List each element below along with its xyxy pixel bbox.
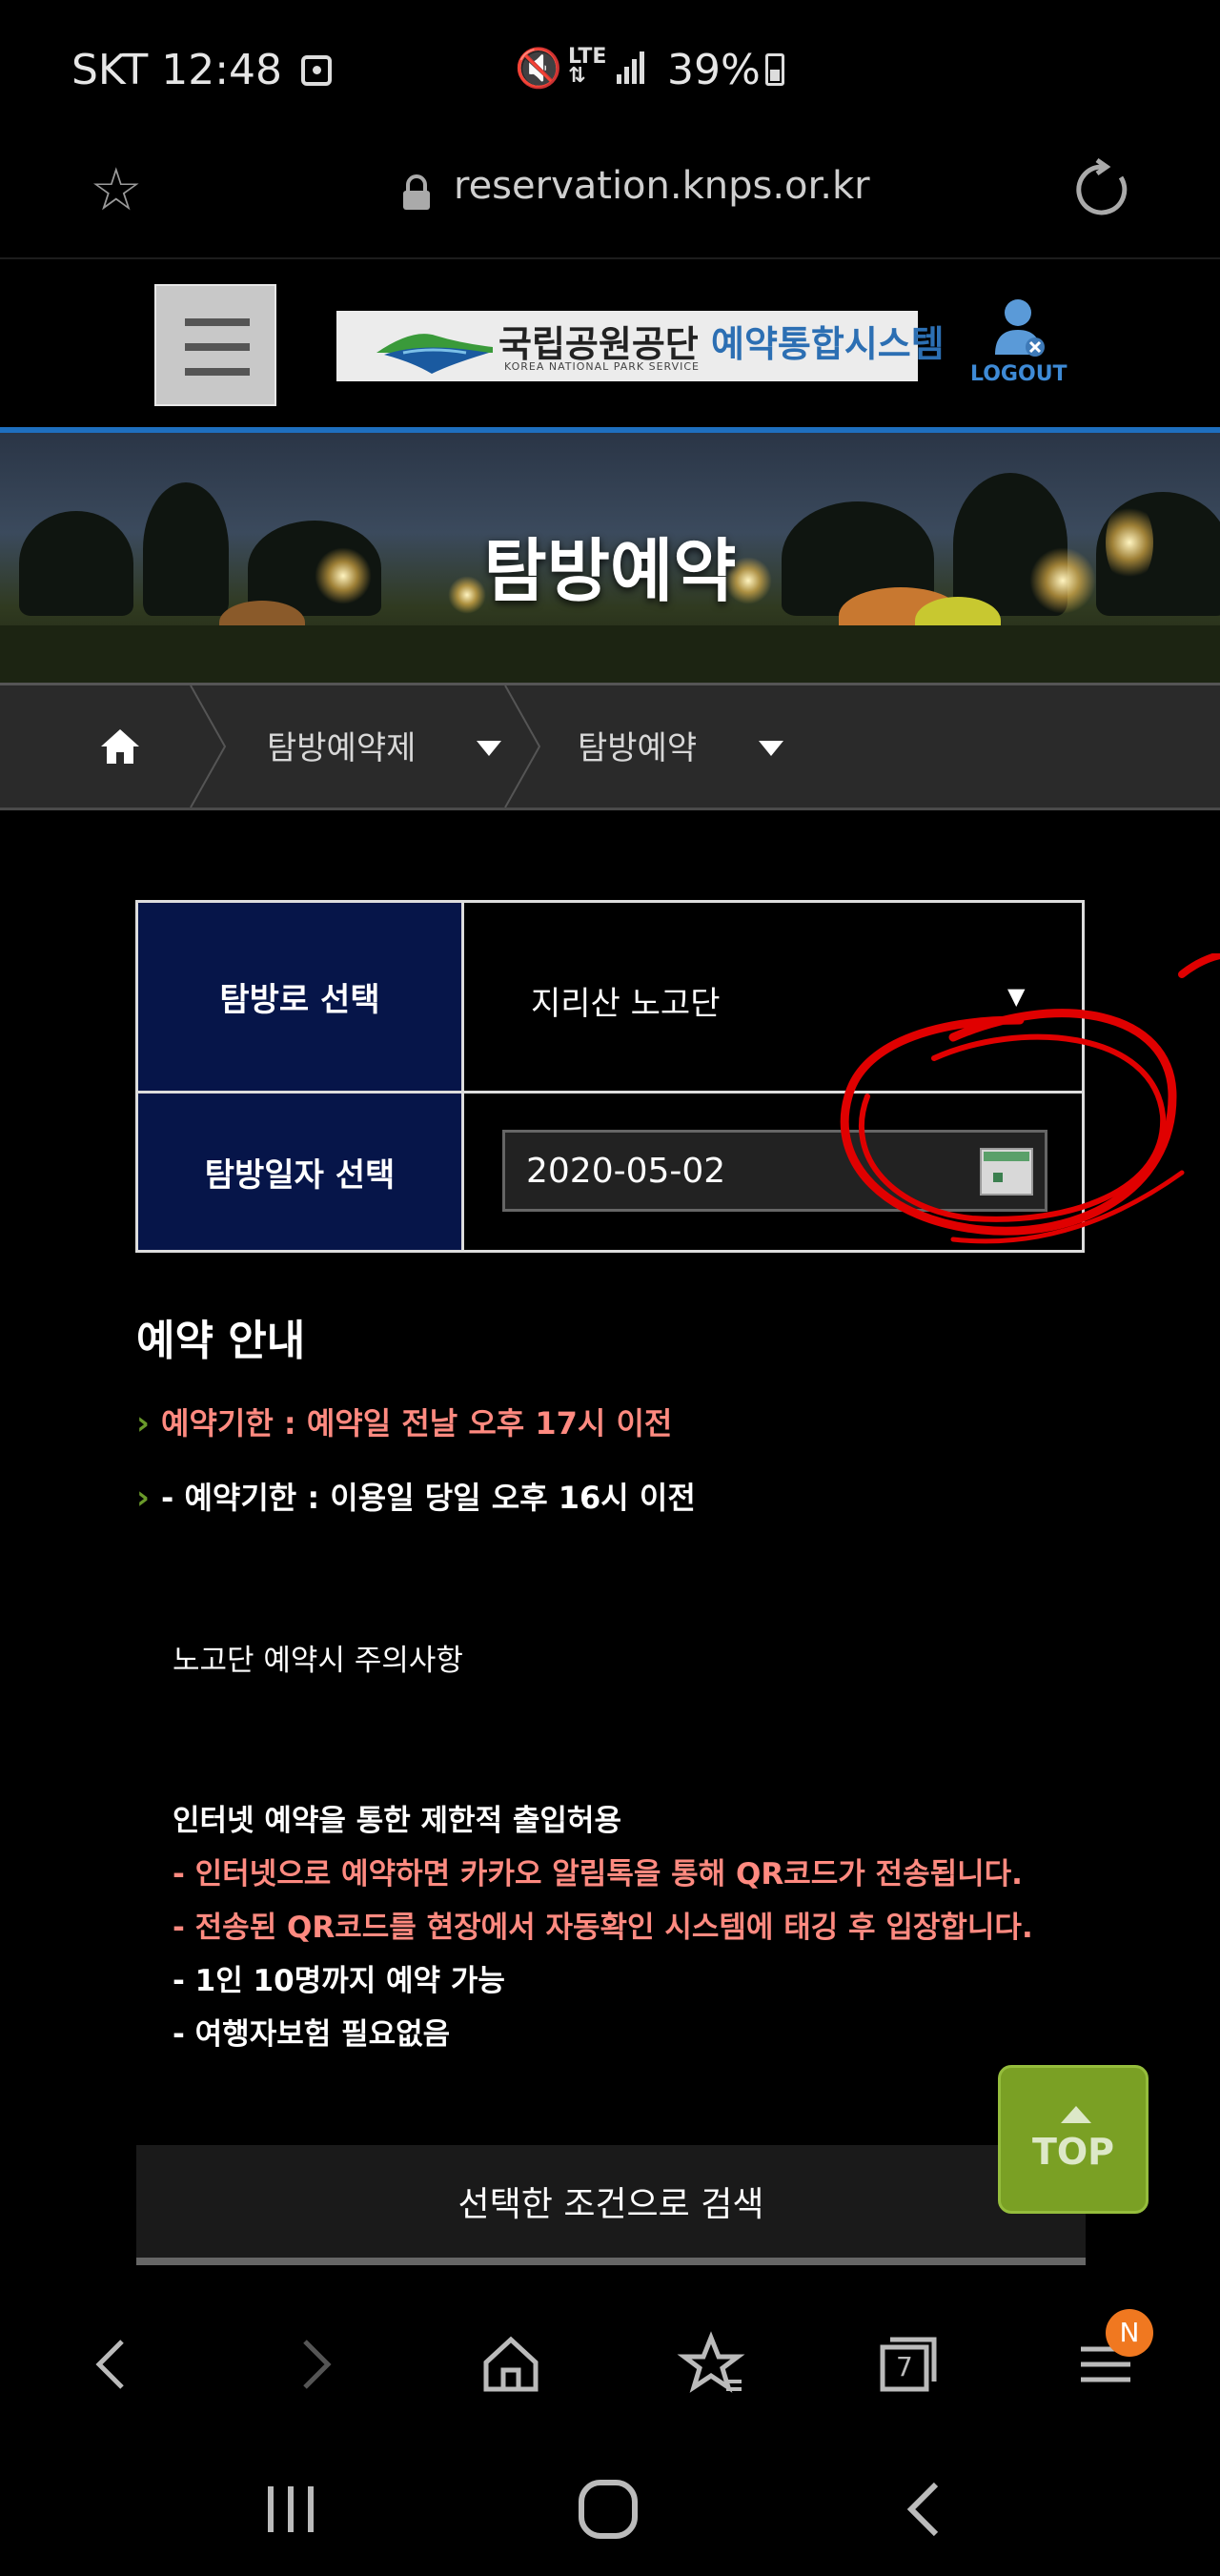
browser-bottom-nav: 7	[0, 2288, 1220, 2441]
browser-url-bar: ☆ reservation.knps.or.kr	[0, 143, 1220, 259]
course-label: 탐방로 선택	[138, 903, 464, 1091]
bookmark-star-icon[interactable]: ☆	[90, 160, 143, 219]
course-select[interactable]: 지리산 노고단 ▼	[464, 903, 1082, 1094]
date-row: 탐방일자 선택 2020-05-02	[138, 1094, 1082, 1250]
logo-title: 국립공원공단 예약통합시스템	[498, 323, 945, 365]
lock-icon	[403, 174, 430, 210]
notice-line: - 여행자보험 필요없음	[173, 2017, 451, 2052]
user-logout-icon	[995, 299, 1045, 357]
menu-notification-badge: N	[1106, 2309, 1153, 2357]
chevron-right-icon: ›	[136, 1479, 151, 1517]
chevron-down-icon[interactable]	[759, 741, 783, 756]
signal-icon	[617, 51, 644, 84]
bookmarks-star-icon[interactable]	[673, 2326, 749, 2402]
info-item-deadline: › 예약기한 : 예약일 전날 오후 17시 이전	[136, 1404, 673, 1442]
info-item-same-day: › - 예약기한 : 이용일 당일 오후 16시 이전	[136, 1479, 696, 1517]
url-text[interactable]: reservation.knps.or.kr	[454, 164, 870, 208]
hamburger-menu-button[interactable]	[154, 284, 276, 406]
notice-line: - 1인 10명까지 예약 가능	[173, 1964, 505, 1998]
info-title: 예약 안내	[136, 1317, 306, 1365]
home-button-icon[interactable]	[576, 2477, 640, 2542]
hero-banner: 탐방예약	[0, 433, 1220, 683]
date-value: 2020-05-02	[526, 1152, 726, 1191]
screen-record-icon	[301, 55, 332, 86]
back-icon[interactable]	[76, 2326, 152, 2402]
arrow-up-icon	[1061, 2106, 1091, 2123]
breadcrumb-separator	[504, 685, 541, 808]
lte-icon: LTE ⇅	[568, 45, 607, 88]
tabs-button[interactable]: 7	[869, 2326, 946, 2402]
reload-icon[interactable]	[1071, 158, 1134, 221]
breadcrumb-separator	[190, 685, 227, 808]
date-input[interactable]: 2020-05-02	[502, 1130, 1047, 1212]
notice-heading: 노고단 예약시 주의사항	[173, 1644, 463, 1678]
logout-button[interactable]: LOGOUT	[970, 297, 1068, 393]
system-nav-bar	[0, 2441, 1220, 2576]
reservation-form-table: 탐방로 선택 지리산 노고단 ▼ 탐방일자 선택 2020-05-02	[135, 900, 1085, 1253]
chevron-right-icon: ›	[136, 1404, 151, 1442]
dropdown-arrow-icon: ▼	[1007, 983, 1026, 1010]
status-bar: SKT 12:48 🔇 LTE ⇅ 39%	[0, 0, 1220, 143]
banner-title: 탐방예약	[483, 531, 737, 611]
mountain-logo-icon	[376, 334, 493, 374]
scroll-top-button[interactable]: TOP	[998, 2065, 1149, 2214]
breadcrumb-item-page[interactable]: 탐방예약	[578, 722, 697, 768]
home-icon[interactable]	[473, 2326, 549, 2402]
battery-charging-icon	[765, 53, 784, 86]
top-label: TOP	[1031, 2131, 1115, 2173]
site-header: 국립공원공단 예약통합시스템 KOREA NATIONAL PARK SERVI…	[0, 259, 1220, 427]
notice-line: 인터넷 예약을 통한 제한적 출입허용	[173, 1804, 621, 1838]
calendar-icon[interactable]	[980, 1148, 1033, 1196]
notice-line: - 인터넷으로 예약하면 카카오 알림톡을 통해 QR코드가 전송됩니다.	[173, 1857, 1023, 1891]
logo-subtitle: KOREA NATIONAL PARK SERVICE	[504, 360, 700, 373]
site-logo[interactable]: 국립공원공단 예약통합시스템 KOREA NATIONAL PARK SERVI…	[336, 311, 945, 381]
carrier-time: SKT 12:48	[71, 46, 283, 94]
battery-percent: 39%	[667, 46, 761, 94]
recent-apps-icon[interactable]	[257, 2481, 324, 2538]
system-back-icon[interactable]	[896, 2479, 953, 2540]
course-row: 탐방로 선택 지리산 노고단 ▼	[138, 903, 1082, 1094]
forward-icon[interactable]	[274, 2326, 351, 2402]
home-icon[interactable]	[99, 727, 141, 766]
course-selected-value: 지리산 노고단	[531, 985, 721, 1023]
mute-icon: 🔇	[515, 47, 562, 91]
search-button[interactable]: 선택한 조건으로 검색	[136, 2145, 1086, 2265]
chevron-down-icon[interactable]	[477, 741, 501, 756]
breadcrumb: 탐방예약제 탐방예약	[0, 683, 1220, 810]
breadcrumb-item-category[interactable]: 탐방예약제	[267, 722, 416, 768]
date-label: 탐방일자 선택	[138, 1094, 464, 1250]
notice-line: - 전송된 QR코드를 현장에서 자동확인 시스템에 태깅 후 입장합니다.	[173, 1911, 1033, 1945]
tabs-count: 7	[896, 2351, 913, 2382]
logout-label: LOGOUT	[970, 362, 1068, 386]
